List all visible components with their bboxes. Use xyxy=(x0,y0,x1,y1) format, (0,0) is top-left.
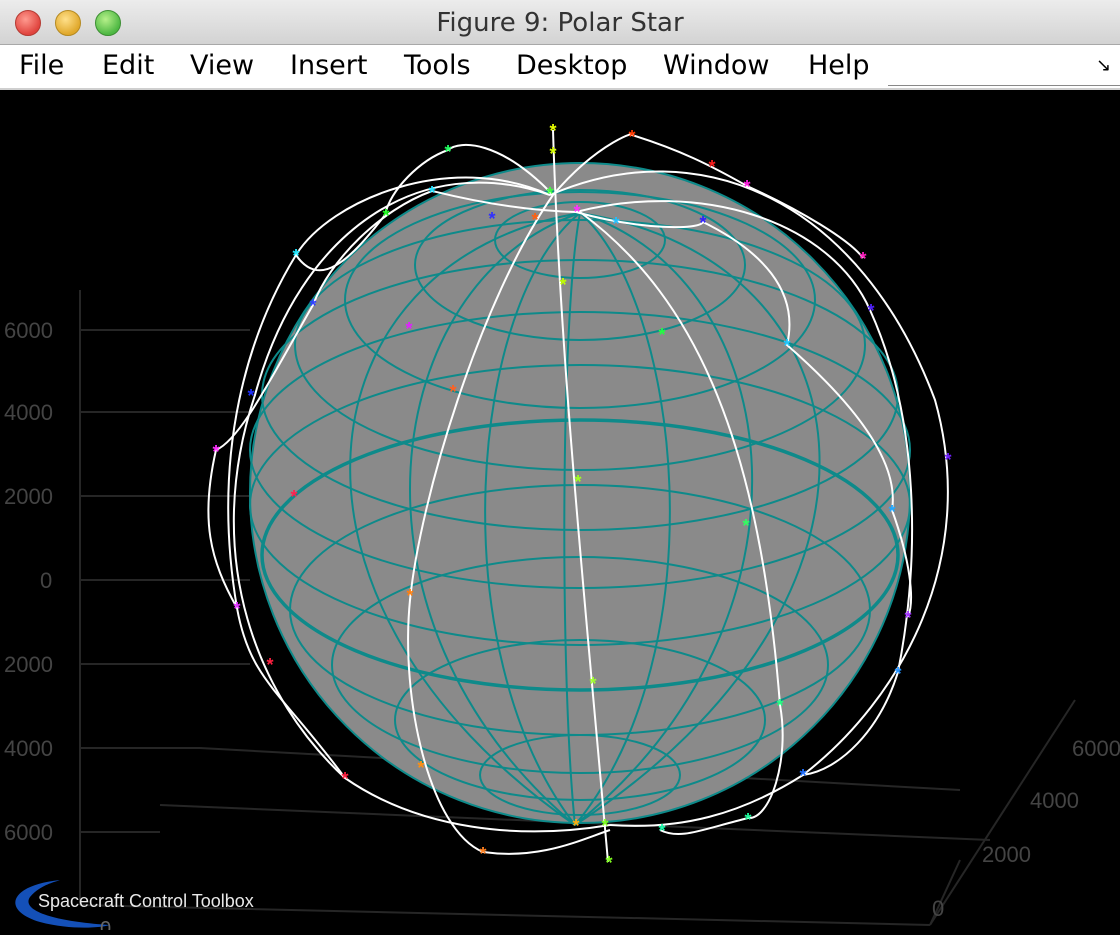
orbit-marker: * xyxy=(428,183,435,203)
orbit-marker: * xyxy=(904,608,911,628)
z-tick-label: 6000 xyxy=(4,820,53,845)
orbit-marker: * xyxy=(382,206,389,226)
orbit-marker: * xyxy=(658,821,665,841)
lower-left-tick: 0 xyxy=(100,918,111,930)
orbit-marker: * xyxy=(573,202,580,222)
orbit-marker: * xyxy=(309,296,316,316)
orbit-marker: * xyxy=(341,769,348,789)
menu-insert[interactable]: Insert xyxy=(290,50,367,81)
orbit-marker: * xyxy=(628,127,635,147)
orbit-marker: * xyxy=(417,758,424,778)
logo-text: Spacecraft Control Toolbox xyxy=(38,891,254,911)
orbit-marker: * xyxy=(601,816,608,836)
y-tick-labels: 6000 4000 2000 0 xyxy=(932,736,1120,921)
plot-area[interactable]: 6000 4000 2000 0 2000 4000 6000 6000 400… xyxy=(0,90,1120,935)
orbit-marker: * xyxy=(405,319,412,339)
menu-edit[interactable]: Edit xyxy=(102,50,154,81)
orbit-marker: * xyxy=(944,450,951,470)
menu-help[interactable]: Help xyxy=(808,50,870,81)
orbit-marker: * xyxy=(743,177,750,197)
orbit-marker: * xyxy=(546,184,553,204)
orbit-marker: * xyxy=(776,696,783,716)
menu-separator xyxy=(888,85,1120,86)
orbit-marker: * xyxy=(699,213,706,233)
y-tick-label: 0 xyxy=(932,896,944,921)
z-tick-label: 2000 xyxy=(4,484,53,509)
orbit-marker: * xyxy=(290,487,297,507)
orbit-marker: * xyxy=(406,586,413,606)
orbit-marker: * xyxy=(589,674,596,694)
earth-globe xyxy=(249,162,911,826)
orbit-marker: * xyxy=(783,336,790,356)
orbit-marker: * xyxy=(212,442,219,462)
menu-view[interactable]: View xyxy=(190,50,254,81)
menu-window[interactable]: Window xyxy=(663,50,769,81)
z-tick-label: 2000 xyxy=(4,652,53,677)
z-tick-label: 4000 xyxy=(4,736,53,761)
orbit-marker: * xyxy=(799,766,806,786)
z-tick-label: 6000 xyxy=(4,318,53,343)
orbit-marker: * xyxy=(744,810,751,830)
orbit-marker: * xyxy=(612,214,619,234)
orbit-marker: * xyxy=(266,655,273,675)
orbit-marker: * xyxy=(605,853,612,873)
dock-arrow-icon[interactable]: ↘ xyxy=(1096,55,1111,76)
orbit-marker: * xyxy=(549,144,556,164)
orbit-marker: * xyxy=(444,142,451,162)
orbit-marker: * xyxy=(867,301,874,321)
orbit-marker: * xyxy=(658,325,665,345)
orbit-marker: * xyxy=(531,210,538,230)
orbit-marker: * xyxy=(292,246,299,266)
z-tick-label: 4000 xyxy=(4,400,53,425)
orbit-marker: * xyxy=(742,516,749,536)
orbit-marker: * xyxy=(247,386,254,406)
menu-bar: File Edit View Insert Tools Desktop Wind… xyxy=(0,45,1120,90)
orbit-marker: * xyxy=(894,664,901,684)
z-tick-label: 0 xyxy=(40,568,52,593)
orbit-marker: * xyxy=(488,209,495,229)
z-tick-labels: 6000 4000 2000 0 2000 4000 6000 xyxy=(4,318,53,845)
orbit-marker: * xyxy=(859,249,866,269)
orbit-marker: * xyxy=(233,599,240,619)
orbit-marker: * xyxy=(449,382,456,402)
y-tick-label: 6000 xyxy=(1072,736,1120,761)
orbit-marker: * xyxy=(708,157,715,177)
orbit-marker: * xyxy=(888,502,895,522)
title-bar: Figure 9: Polar Star xyxy=(0,0,1120,45)
menu-file[interactable]: File xyxy=(19,50,64,81)
window-title: Figure 9: Polar Star xyxy=(436,8,684,38)
orbit-marker: * xyxy=(574,472,581,492)
orbit-marker: * xyxy=(572,816,579,836)
menu-tools[interactable]: Tools xyxy=(404,50,471,81)
y-tick-label: 4000 xyxy=(1030,788,1079,813)
y-tick-label: 2000 xyxy=(982,842,1031,867)
orbit-marker: * xyxy=(479,844,486,864)
orbit-marker: * xyxy=(559,275,566,295)
orbit-marker: * xyxy=(549,121,556,141)
menu-desktop[interactable]: Desktop xyxy=(516,50,627,81)
